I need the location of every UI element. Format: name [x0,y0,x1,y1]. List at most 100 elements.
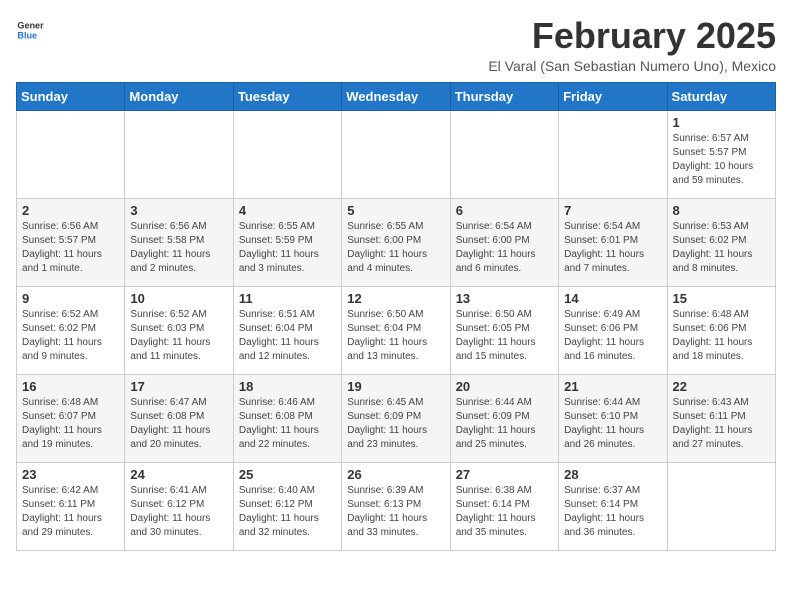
calendar-week-0: 1Sunrise: 6:57 AM Sunset: 5:57 PM Daylig… [17,110,776,198]
calendar-cell: 14 Sunrise: 6:49 AM Sunset: 6:06 PM Dayli… [559,286,667,374]
day-number: 12 [347,291,444,306]
location-title: El Varal (San Sebastian Numero Uno), Mex… [488,58,776,74]
day-info: Sunrise: 6:48 AM Sunset: 6:07 PM Dayligh… [22,396,119,452]
day-info: Sunrise: 6:52 AM Sunset: 6:03 PM Dayligh… [130,308,227,364]
calendar-cell [342,110,450,198]
day-number: 5 [347,203,444,218]
month-title: February 2025 [488,16,776,56]
title-section: February 2025 El Varal (San Sebastian Nu… [488,16,776,74]
day-number: 1 [673,115,770,130]
day-info: Sunrise: 6:50 AM Sunset: 6:04 PM Dayligh… [347,308,444,364]
calendar-cell: 27Sunrise: 6:38 AM Sunset: 6:14 PM Dayli… [450,462,558,550]
day-number: 19 [347,379,444,394]
day-number: 22 [673,379,770,394]
weekday-header-monday: Monday [125,82,233,110]
calendar-cell [667,462,775,550]
day-number: 10 [130,291,227,306]
logo-icon: General Blue [16,16,44,44]
calendar-cell: 9Sunrise: 6:52 AM Sunset: 6:02 PM Daylig… [17,286,125,374]
day-number: 7 [564,203,661,218]
weekday-header-saturday: Saturday [667,82,775,110]
day-number: 25 [239,467,336,482]
day-number: 20 [456,379,553,394]
day-info: Sunrise: 6:44 AM Sunset: 6:09 PM Dayligh… [456,396,553,452]
calendar-week-2: 9Sunrise: 6:52 AM Sunset: 6:02 PM Daylig… [17,286,776,374]
day-info: Sunrise: 6:37 AM Sunset: 6:14 PM Dayligh… [564,484,661,540]
calendar-cell: 19 Sunrise: 6:45 AM Sunset: 6:09 PM Dayli… [342,374,450,462]
day-number: 3 [130,203,227,218]
calendar-cell: 26 Sunrise: 6:39 AM Sunset: 6:13 PM Dayli… [342,462,450,550]
day-number: 15 [673,291,770,306]
calendar-week-4: 23 Sunrise: 6:42 AM Sunset: 6:11 PM Dayli… [17,462,776,550]
logo: General Blue [16,16,44,44]
day-info: Sunrise: 6:46 AM Sunset: 6:08 PM Dayligh… [239,396,336,452]
day-number: 14 [564,291,661,306]
day-info: Sunrise: 6:45 AM Sunset: 6:09 PM Dayligh… [347,396,444,452]
calendar-cell [17,110,125,198]
calendar-cell [450,110,558,198]
calendar-cell: 21 Sunrise: 6:44 AM Sunset: 6:10 PM Dayli… [559,374,667,462]
calendar-cell: 18 Sunrise: 6:46 AM Sunset: 6:08 PM Dayli… [233,374,341,462]
weekday-header-sunday: Sunday [17,82,125,110]
calendar-cell: 22 Sunrise: 6:43 AM Sunset: 6:11 PM Dayli… [667,374,775,462]
calendar-cell: 6Sunrise: 6:54 AM Sunset: 6:00 PM Daylig… [450,198,558,286]
day-info: Sunrise: 6:49 AM Sunset: 6:06 PM Dayligh… [564,308,661,364]
day-info: Sunrise: 6:47 AM Sunset: 6:08 PM Dayligh… [130,396,227,452]
day-info: Sunrise: 6:42 AM Sunset: 6:11 PM Dayligh… [22,484,119,540]
day-number: 23 [22,467,119,482]
day-info: Sunrise: 6:50 AM Sunset: 6:05 PM Dayligh… [456,308,553,364]
day-number: 11 [239,291,336,306]
weekday-header-friday: Friday [559,82,667,110]
calendar-cell: 2Sunrise: 6:56 AM Sunset: 5:57 PM Daylig… [17,198,125,286]
day-info: Sunrise: 6:48 AM Sunset: 6:06 PM Dayligh… [673,308,770,364]
weekday-header-tuesday: Tuesday [233,82,341,110]
calendar-cell: 4 Sunrise: 6:55 AM Sunset: 5:59 PM Daylig… [233,198,341,286]
day-info: Sunrise: 6:52 AM Sunset: 6:02 PM Dayligh… [22,308,119,364]
day-info: Sunrise: 6:39 AM Sunset: 6:13 PM Dayligh… [347,484,444,540]
day-number: 28 [564,467,661,482]
weekday-header-row: SundayMondayTuesdayWednesdayThursdayFrid… [17,82,776,110]
day-info: Sunrise: 6:55 AM Sunset: 6:00 PM Dayligh… [347,220,444,276]
calendar-cell: 8 Sunrise: 6:53 AM Sunset: 6:02 PM Daylig… [667,198,775,286]
calendar-cell: 3 Sunrise: 6:56 AM Sunset: 5:58 PM Daylig… [125,198,233,286]
weekday-header-wednesday: Wednesday [342,82,450,110]
calendar-cell: 23 Sunrise: 6:42 AM Sunset: 6:11 PM Dayli… [17,462,125,550]
calendar-cell: 12 Sunrise: 6:50 AM Sunset: 6:04 PM Dayli… [342,286,450,374]
calendar-cell: 25 Sunrise: 6:40 AM Sunset: 6:12 PM Dayli… [233,462,341,550]
day-info: Sunrise: 6:56 AM Sunset: 5:58 PM Dayligh… [130,220,227,276]
svg-text:Blue: Blue [17,30,37,40]
calendar-cell: 24Sunrise: 6:41 AM Sunset: 6:12 PM Dayli… [125,462,233,550]
day-number: 6 [456,203,553,218]
day-info: Sunrise: 6:55 AM Sunset: 5:59 PM Dayligh… [239,220,336,276]
calendar-cell: 1Sunrise: 6:57 AM Sunset: 5:57 PM Daylig… [667,110,775,198]
calendar-cell [125,110,233,198]
page-header: General Blue February 2025 El Varal (San… [16,16,776,74]
calendar-cell: 5 Sunrise: 6:55 AM Sunset: 6:00 PM Daylig… [342,198,450,286]
day-info: Sunrise: 6:56 AM Sunset: 5:57 PM Dayligh… [22,220,119,276]
day-number: 24 [130,467,227,482]
day-number: 8 [673,203,770,218]
day-number: 18 [239,379,336,394]
day-number: 13 [456,291,553,306]
calendar-cell: 7 Sunrise: 6:54 AM Sunset: 6:01 PM Daylig… [559,198,667,286]
day-number: 17 [130,379,227,394]
calendar-cell: 15 Sunrise: 6:48 AM Sunset: 6:06 PM Dayli… [667,286,775,374]
day-info: Sunrise: 6:44 AM Sunset: 6:10 PM Dayligh… [564,396,661,452]
calendar-cell: 13 Sunrise: 6:50 AM Sunset: 6:05 PM Dayli… [450,286,558,374]
calendar-cell [559,110,667,198]
calendar-week-3: 16Sunrise: 6:48 AM Sunset: 6:07 PM Dayli… [17,374,776,462]
weekday-header-thursday: Thursday [450,82,558,110]
day-info: Sunrise: 6:40 AM Sunset: 6:12 PM Dayligh… [239,484,336,540]
day-number: 4 [239,203,336,218]
calendar-cell: 20 Sunrise: 6:44 AM Sunset: 6:09 PM Dayli… [450,374,558,462]
day-info: Sunrise: 6:54 AM Sunset: 6:01 PM Dayligh… [564,220,661,276]
day-number: 27 [456,467,553,482]
day-info: Sunrise: 6:53 AM Sunset: 6:02 PM Dayligh… [673,220,770,276]
day-number: 26 [347,467,444,482]
day-info: Sunrise: 6:43 AM Sunset: 6:11 PM Dayligh… [673,396,770,452]
calendar-cell: 11Sunrise: 6:51 AM Sunset: 6:04 PM Dayli… [233,286,341,374]
day-number: 21 [564,379,661,394]
calendar-cell: 16Sunrise: 6:48 AM Sunset: 6:07 PM Dayli… [17,374,125,462]
calendar-cell: 28 Sunrise: 6:37 AM Sunset: 6:14 PM Dayli… [559,462,667,550]
calendar-cell [233,110,341,198]
